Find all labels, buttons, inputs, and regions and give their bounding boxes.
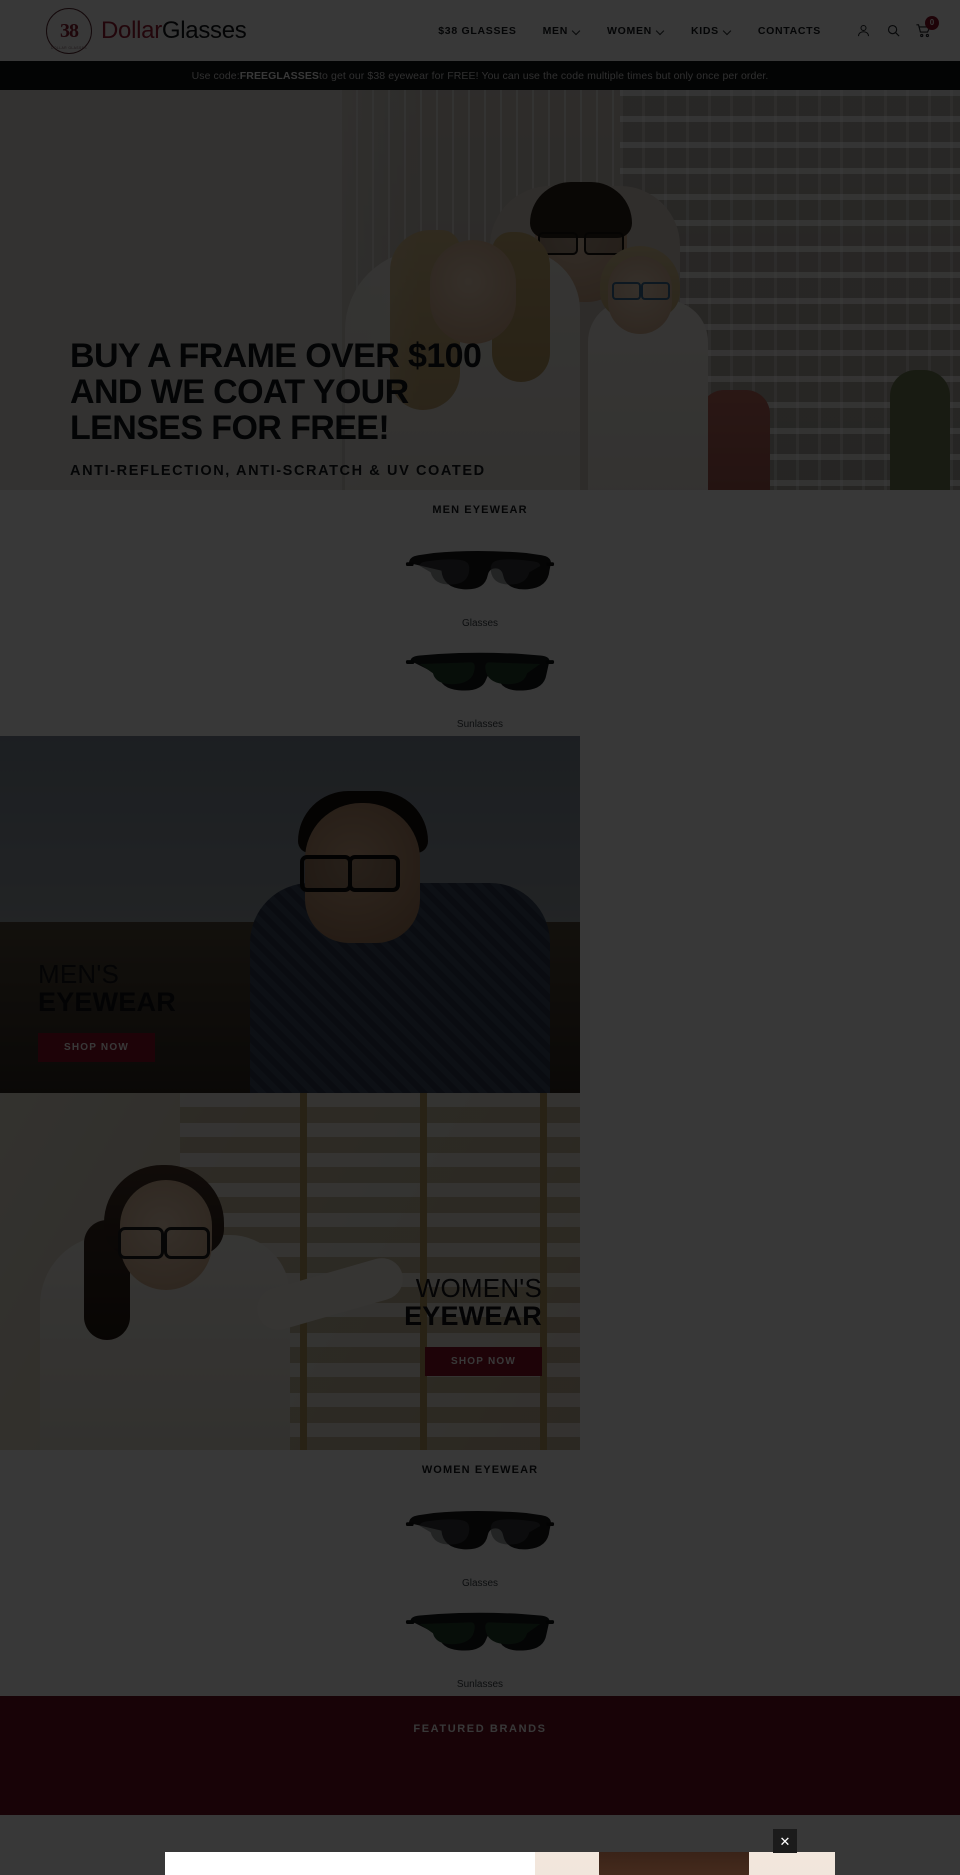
womens-eyewear-banner-row: WOMEN'S EYEWEAR SHOP NOW — [0, 1093, 960, 1450]
promo-suffix: to get our $38 eyewear for FREE! You can… — [319, 69, 769, 82]
nav-item-38-glasses[interactable]: $38 GLASSES — [425, 25, 529, 37]
eyeglasses-icon — [380, 1494, 580, 1572]
logo-wordmark: DollarGlasses — [101, 17, 247, 45]
men-eyewear-title: MEN EYEWEAR — [432, 504, 528, 516]
logo-badge-sub: DOLLAR GLASSES — [51, 45, 87, 50]
nav-label: $38 GLASSES — [438, 24, 517, 37]
category-card-women-sunglasses[interactable]: Sunlasses — [380, 1595, 580, 1690]
logo-word-glasses: Glasses — [161, 16, 247, 44]
site-header: 38 DOLLAR GLASSES DollarGlasses $38 GLAS… — [0, 0, 960, 61]
mens-eyewear-banner[interactable]: MEN'S EYEWEAR SHOP NOW — [0, 736, 580, 1093]
featured-brands-section: FEATURED BRANDS — [0, 1696, 960, 1815]
logo-word-dollar: Dollar — [101, 16, 162, 44]
nav-item-contacts[interactable]: CONTACTS — [745, 25, 834, 37]
mens-banner-line2: EYEWEAR — [38, 987, 176, 1018]
nav-item-men[interactable]: MEN — [530, 25, 594, 37]
hero-subheadline: ANTI-REFLECTION, ANTI-SCRATCH & UV COATE… — [70, 463, 486, 480]
main-nav: $38 GLASSES MEN WOMEN KIDS CONTACTS 0 — [425, 15, 939, 46]
promo-prefix: Use code: — [191, 69, 240, 82]
sunglasses-icon — [380, 635, 580, 713]
nav-label: WOMEN — [607, 24, 652, 37]
category-card-label: Sunlasses — [456, 1679, 504, 1690]
womens-banner-photo — [0, 1093, 580, 1450]
womens-eyewear-banner[interactable]: WOMEN'S EYEWEAR SHOP NOW — [0, 1093, 580, 1450]
cart-icon[interactable]: 0 — [908, 15, 939, 46]
nav-item-kids[interactable]: KIDS — [678, 25, 745, 37]
logo-badge-icon: 38 DOLLAR GLASSES — [46, 7, 92, 54]
womens-banner-line1: WOMEN'S — [415, 1273, 542, 1303]
men-eyewear-category: MEN EYEWEAR Glasses Sunlasses — [0, 490, 960, 736]
category-card-women-glasses[interactable]: Glasses — [380, 1494, 580, 1589]
mens-banner-copy: MEN'S EYEWEAR SHOP NOW — [38, 959, 176, 1063]
cart-count-badge: 0 — [925, 15, 939, 30]
header-icons: 0 — [848, 15, 939, 46]
category-card-label: Sunlasses — [456, 719, 504, 730]
mens-eyewear-banner-row: MEN'S EYEWEAR SHOP NOW — [0, 736, 960, 1093]
category-card-label: Glasses — [461, 618, 499, 629]
nav-label: CONTACTS — [757, 24, 821, 37]
hero-section: BUY A FRAME OVER $100 AND WE COAT YOUR L… — [0, 90, 960, 490]
promo-banner: Use code: FREEGLASSES to get our $38 eye… — [0, 61, 960, 90]
mens-banner-line1: MEN'S — [38, 959, 120, 989]
user-icon[interactable] — [848, 16, 878, 46]
womens-banner-line2: EYEWEAR — [404, 1301, 542, 1332]
page-root: 38 DOLLAR GLASSES DollarGlasses $38 GLAS… — [0, 0, 960, 1875]
hero-headline: BUY A FRAME OVER $100 AND WE COAT YOUR L… — [70, 337, 482, 448]
mens-banner-shop-now-button[interactable]: SHOP NOW — [38, 1033, 155, 1063]
modal-photo-hair — [599, 1852, 749, 1875]
logo-badge-number: 38 — [60, 19, 79, 42]
chevron-down-icon — [657, 27, 665, 35]
womens-banner-shop-now-button[interactable]: SHOP NOW — [425, 1347, 542, 1377]
eyeglasses-icon — [380, 534, 580, 612]
women-eyewear-category: WOMEN EYEWEAR Glasses Sunlasses — [0, 1450, 960, 1696]
promo-code: FREEGLASSES — [239, 69, 320, 82]
modal-close-button[interactable]: ✕ — [773, 1829, 797, 1853]
hero-copy: BUY A FRAME OVER $100 AND WE COAT YOUR L… — [70, 338, 486, 490]
category-card-men-glasses[interactable]: Glasses — [380, 534, 580, 629]
search-icon[interactable] — [878, 16, 908, 46]
nav-item-women[interactable]: WOMEN — [594, 25, 678, 37]
chevron-down-icon — [573, 27, 581, 35]
featured-brands-title: FEATURED BRANDS — [413, 1723, 547, 1735]
sunglasses-icon — [380, 1595, 580, 1673]
womens-banner-copy: WOMEN'S EYEWEAR SHOP NOW — [404, 1273, 542, 1377]
site-logo[interactable]: 38 DOLLAR GLASSES DollarGlasses — [46, 7, 247, 54]
women-eyewear-items: Glasses Sunlasses — [0, 1494, 960, 1690]
promo-modal — [165, 1852, 835, 1875]
chevron-down-icon — [724, 27, 732, 35]
nav-label: MEN — [542, 24, 569, 37]
women-eyewear-title: WOMEN EYEWEAR — [421, 1464, 539, 1476]
category-card-men-sunglasses[interactable]: Sunlasses — [380, 635, 580, 730]
nav-label: KIDS — [690, 24, 719, 37]
category-card-label: Glasses — [461, 1578, 499, 1589]
men-eyewear-items: Glasses Sunlasses — [0, 534, 960, 730]
